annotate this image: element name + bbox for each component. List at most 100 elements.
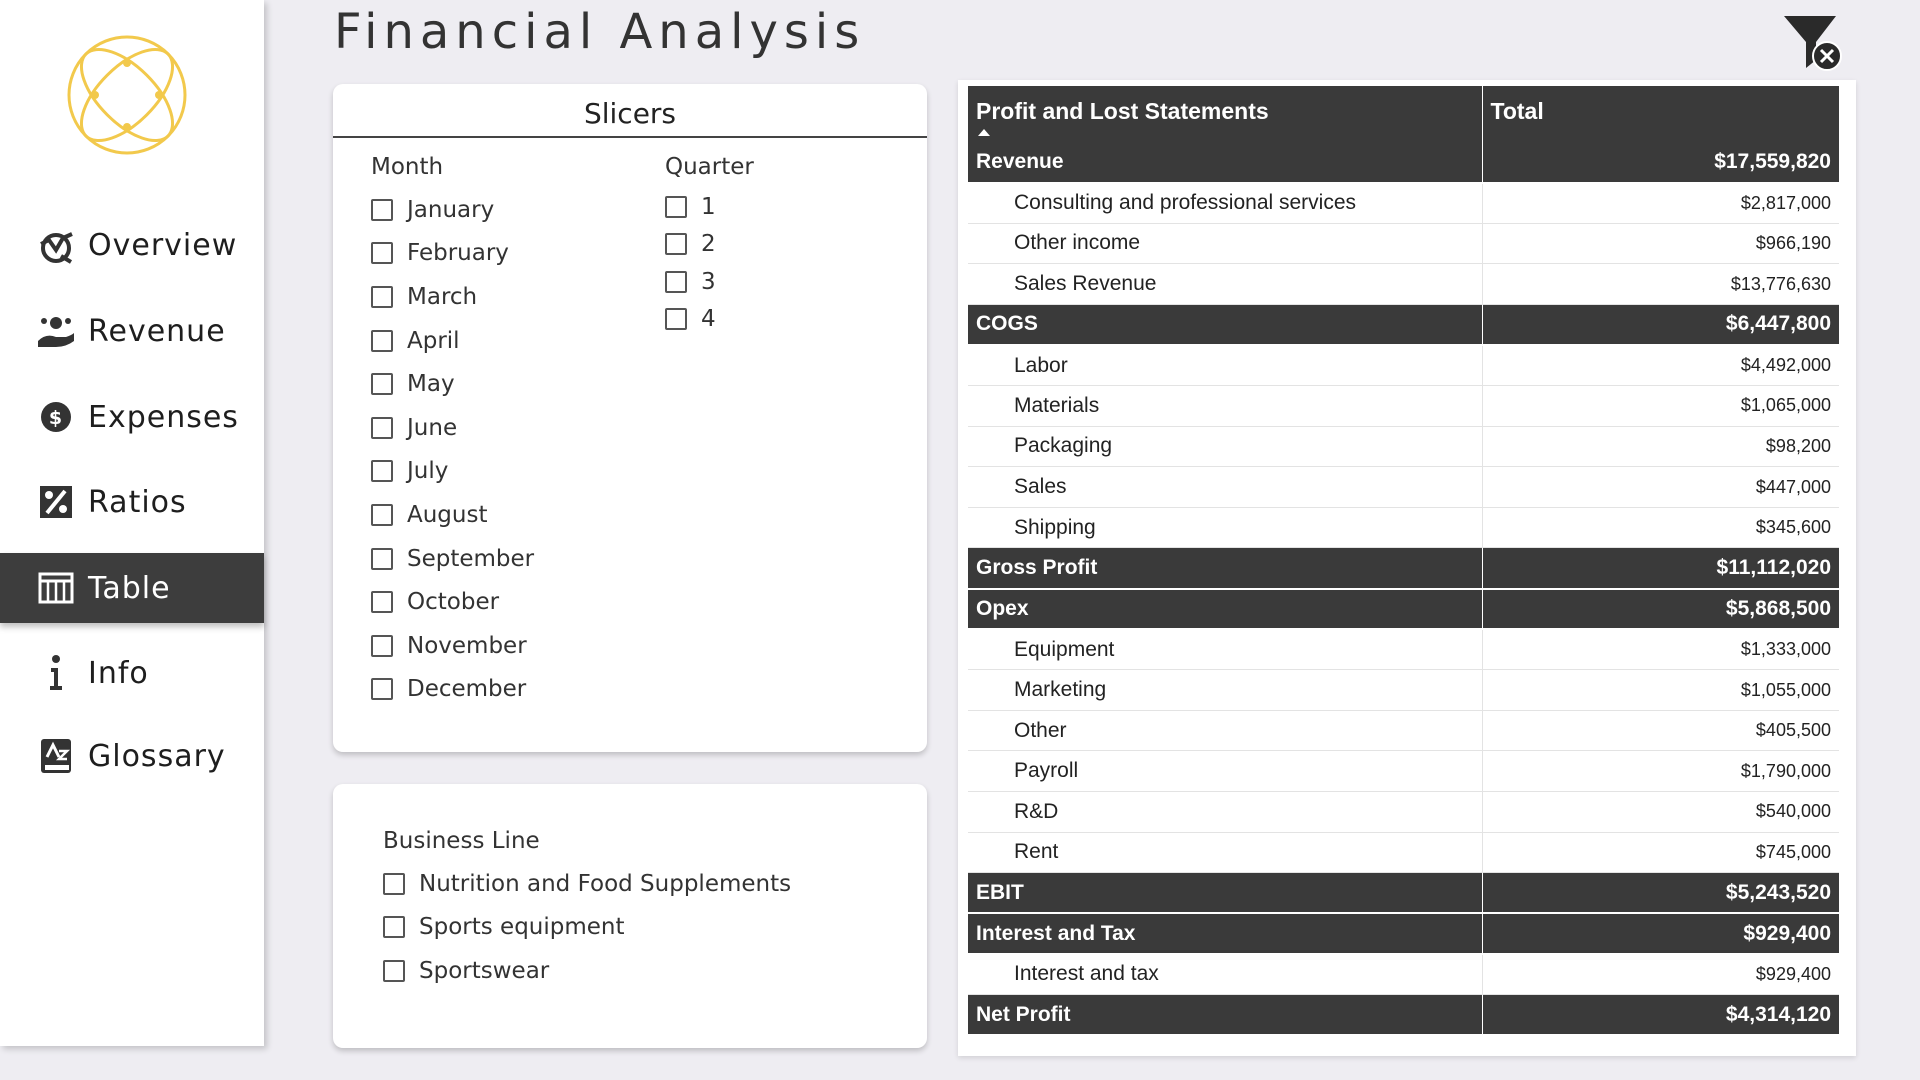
checkbox[interactable] — [665, 195, 687, 218]
table-row[interactable]: Other income $966,190 — [968, 223, 1839, 265]
month-slicer-title: Month — [371, 154, 444, 180]
table-row[interactable]: Labor $4,492,000 — [968, 344, 1839, 387]
business-line-option[interactable]: Sports equipment — [383, 906, 903, 950]
month-option[interactable]: June — [371, 406, 631, 450]
table-row[interactable]: Materials $1,065,000 — [968, 385, 1839, 427]
row-label: Labor — [968, 344, 1483, 387]
month-option-label: March — [407, 283, 478, 310]
checkbox[interactable] — [371, 242, 393, 265]
sidebar-item-info[interactable]: Info — [0, 638, 264, 708]
checkbox[interactable] — [383, 959, 405, 982]
table-row[interactable]: Sales $447,000 — [968, 466, 1839, 508]
info-icon — [36, 653, 76, 693]
checkbox[interactable] — [665, 308, 687, 331]
table-row[interactable]: R&D $540,000 — [968, 791, 1839, 833]
row-value: $4,314,120 — [1482, 994, 1839, 1037]
row-label: R&D — [968, 791, 1483, 833]
column-header-total[interactable]: Total — [1482, 86, 1839, 142]
checkbox[interactable] — [665, 233, 687, 256]
row-label: Materials — [968, 385, 1483, 427]
quarter-option[interactable]: 1 — [665, 188, 865, 226]
month-option[interactable]: May — [371, 362, 631, 406]
table-group-row[interactable]: Revenue $17,559,820 — [968, 142, 1839, 184]
table-row[interactable]: Other $405,500 — [968, 710, 1839, 752]
table-row[interactable]: Interest and tax $929,400 — [968, 953, 1839, 995]
checkbox[interactable] — [371, 285, 393, 308]
quarter-option[interactable]: 3 — [665, 263, 865, 301]
checkbox[interactable] — [371, 460, 393, 483]
checkbox[interactable] — [371, 547, 393, 570]
business-line-option[interactable]: Nutrition and Food Supplements — [383, 862, 903, 906]
row-label: Revenue — [968, 142, 1483, 184]
checkbox[interactable] — [371, 373, 393, 396]
month-option[interactable]: August — [371, 493, 631, 537]
sidebar-item-expenses[interactable]: $ Expenses — [0, 382, 264, 452]
checkbox[interactable] — [383, 916, 405, 939]
table-group-row[interactable]: EBIT $5,243,520 — [968, 872, 1839, 915]
column-header-statement[interactable]: Profit and Lost Statements — [968, 86, 1483, 142]
month-option[interactable]: March — [371, 275, 631, 319]
checkbox[interactable] — [371, 678, 393, 701]
sidebar-item-table[interactable]: Table — [0, 553, 264, 623]
sidebar-item-glossary[interactable]: Glossary — [0, 721, 264, 791]
row-value: $17,559,820 — [1482, 142, 1839, 184]
business-line-slicer: Business Line Nutrition and Food Supplem… — [383, 828, 903, 993]
checkbox[interactable] — [371, 503, 393, 526]
row-label: Packaging — [968, 426, 1483, 468]
checkbox[interactable] — [371, 416, 393, 439]
row-value: $2,817,000 — [1482, 182, 1839, 224]
month-option[interactable]: October — [371, 580, 631, 624]
sidebar-item-revenue[interactable]: Revenue — [0, 296, 264, 366]
month-option[interactable]: November — [371, 624, 631, 668]
table-row[interactable]: Equipment $1,333,000 — [968, 629, 1839, 671]
business-line-option[interactable]: Sportswear — [383, 949, 903, 993]
table-row[interactable]: Shipping $345,600 — [968, 507, 1839, 549]
quarter-option[interactable]: 4 — [665, 301, 865, 339]
table-group-row[interactable]: Gross Profit $11,112,020 — [968, 547, 1839, 590]
month-option[interactable]: April — [371, 319, 631, 363]
sidebar-item-overview[interactable]: Overview — [0, 210, 264, 280]
table-row[interactable]: Consulting and professional services $2,8… — [968, 182, 1839, 224]
table-row[interactable]: Payroll $1,790,000 — [968, 750, 1839, 792]
checkbox[interactable] — [665, 270, 687, 293]
table-row[interactable]: Marketing $1,055,000 — [968, 669, 1839, 711]
quarter-option[interactable]: 2 — [665, 226, 865, 264]
sidebar-item-label: Expenses — [88, 399, 239, 435]
pnl-table-panel: Profit and Lost Statements Total Revenue… — [958, 80, 1856, 1056]
month-option[interactable]: December — [371, 668, 631, 712]
month-option-label: November — [407, 632, 527, 659]
row-value: $11,112,020 — [1482, 547, 1839, 590]
row-value: $1,065,000 — [1482, 385, 1839, 427]
checkbox[interactable] — [371, 198, 393, 221]
checkbox[interactable] — [383, 872, 405, 895]
table-row[interactable]: Sales Revenue $13,776,630 — [968, 263, 1839, 305]
quarter-options: 1 2 3 4 — [665, 188, 865, 338]
table-group-row[interactable]: Opex $5,868,500 — [968, 588, 1839, 631]
row-label: Sales Revenue — [968, 263, 1483, 305]
quarter-slicer-title: Quarter — [665, 154, 754, 180]
table-row[interactable]: Packaging $98,200 — [968, 426, 1839, 468]
month-option-label: July — [407, 458, 449, 485]
clear-filters-icon[interactable] — [1780, 12, 1844, 74]
row-value: $345,600 — [1482, 507, 1839, 549]
sidebar-item-ratios[interactable]: Ratios — [0, 467, 264, 537]
checkbox[interactable] — [371, 329, 393, 352]
table-group-row[interactable]: COGS $6,447,800 — [968, 304, 1839, 346]
row-label: Consulting and professional services — [968, 182, 1483, 224]
month-option[interactable]: January — [371, 188, 631, 232]
table-icon — [36, 568, 76, 608]
checkbox[interactable] — [371, 634, 393, 657]
row-value: $929,400 — [1482, 913, 1839, 955]
row-value: $1,333,000 — [1482, 629, 1839, 671]
month-option-label: October — [407, 589, 500, 616]
sidebar-item-label: Ratios — [88, 484, 187, 520]
table-group-row[interactable]: Net Profit $4,314,120 — [968, 994, 1839, 1037]
month-option[interactable]: February — [371, 232, 631, 276]
checkbox[interactable] — [371, 591, 393, 614]
table-row[interactable]: Rent $745,000 — [968, 832, 1839, 874]
table-group-row[interactable]: Interest and Tax $929,400 — [968, 913, 1839, 955]
month-option[interactable]: September — [371, 537, 631, 581]
month-option[interactable]: July — [371, 450, 631, 494]
table-body: Revenue $17,559,820 Consulting and profess… — [968, 142, 1839, 1037]
slicers-title: Slicers — [333, 84, 927, 138]
